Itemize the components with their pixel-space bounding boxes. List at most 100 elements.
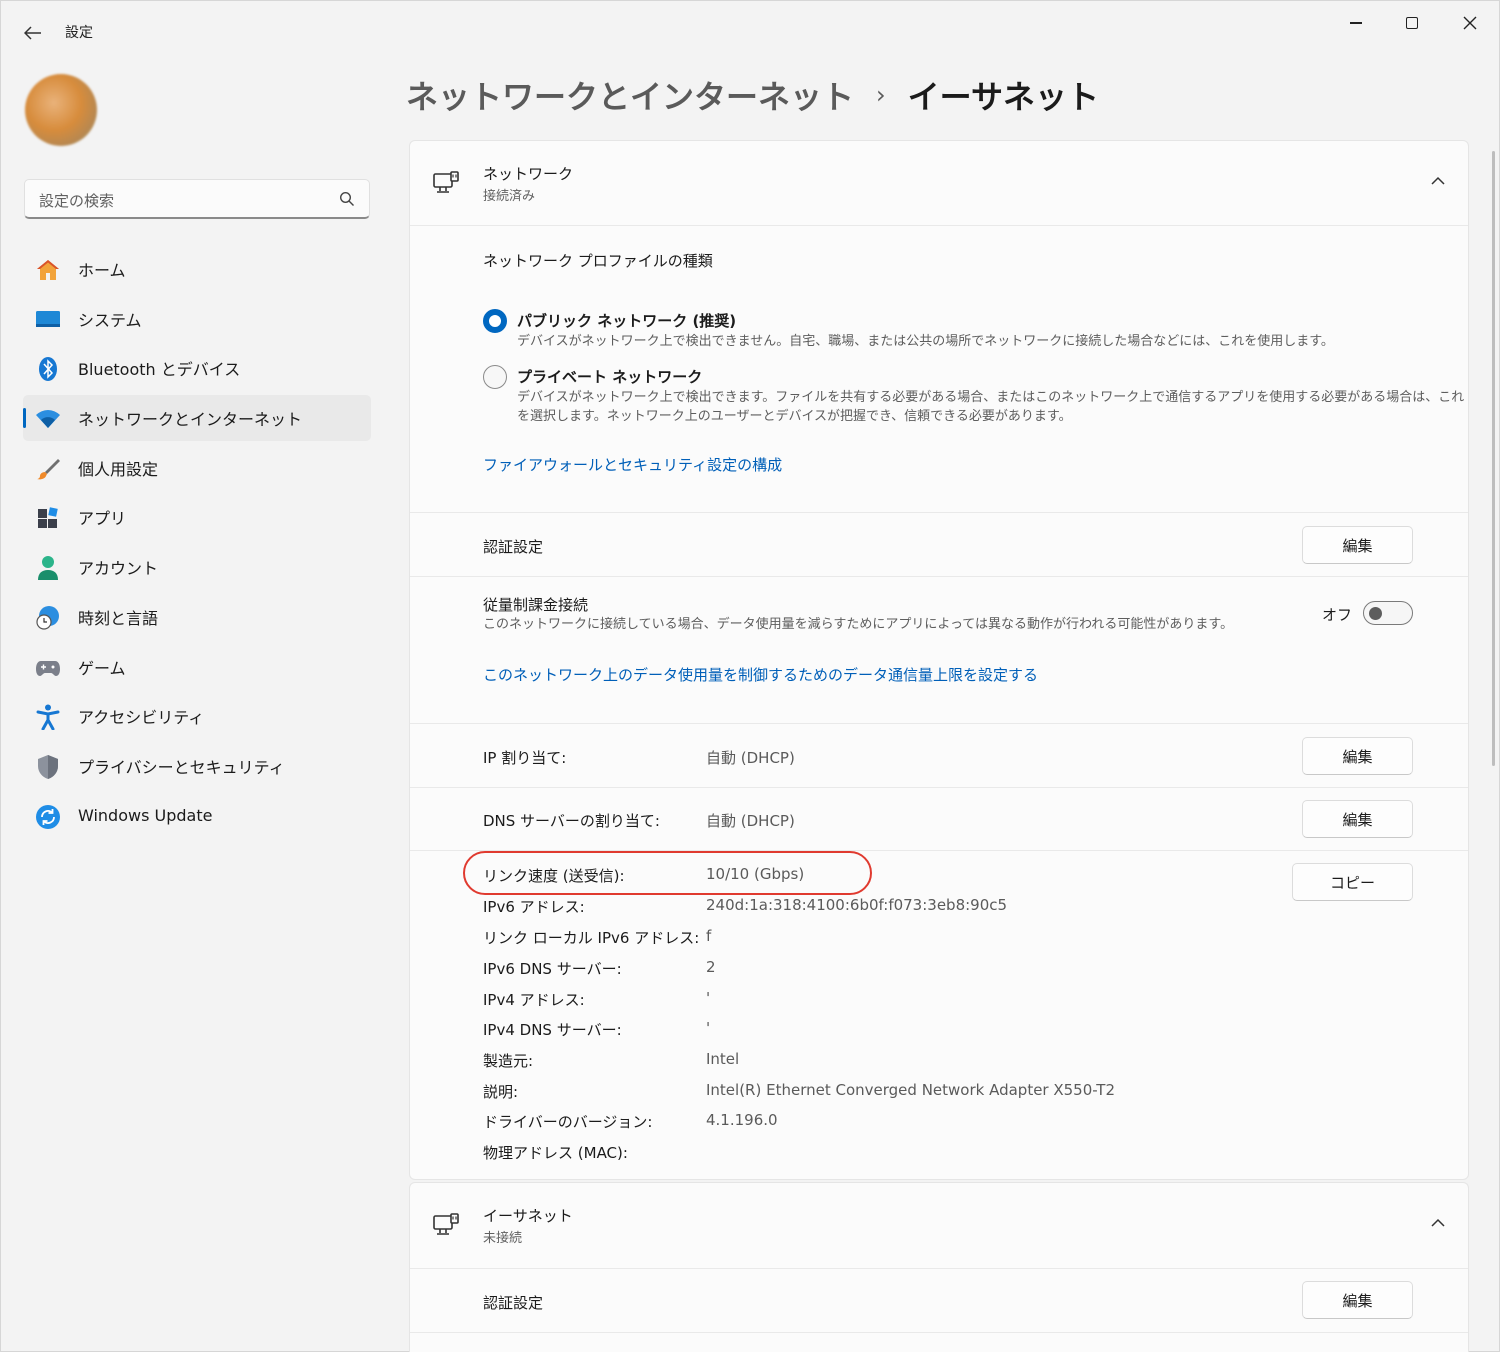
private-network-desc: デバイスがネットワーク上で検出できます。ファイルを共有する必要がある場合、または… <box>517 390 1465 405</box>
sidebar-item-label: ゲーム <box>78 658 126 678</box>
card-title: イーサネット <box>483 1207 573 1225</box>
sidebar-item-label: アプリ <box>78 509 127 529</box>
ip-edit-button[interactable]: 編集 <box>1302 737 1413 775</box>
data-limit-link[interactable]: このネットワーク上のデータ使用量を制御するためのデータ通信量上限を設定する <box>483 664 1038 685</box>
sidebar-nav: ホーム システム Bluetooth とデバイス ネットワークとインターネット … <box>23 246 371 842</box>
radio-public-network[interactable] <box>483 309 507 333</box>
breadcrumb-separator: › <box>876 81 886 109</box>
minimize-button[interactable] <box>1333 9 1379 37</box>
property-key: IPv4 DNS サーバー: <box>483 1021 622 1039</box>
brush-icon <box>35 456 61 482</box>
private-network-title: プライベート ネットワーク <box>517 368 703 386</box>
sidebar-item-label: アカウント <box>78 559 159 579</box>
metered-desc: このネットワークに接続している場合、データ使用量を減らすためにアプリによっては異… <box>483 617 1234 632</box>
gamepad-icon <box>35 655 61 681</box>
connection-status: 未接続 <box>483 1231 523 1246</box>
divider <box>410 1332 1468 1333</box>
time-language-icon <box>35 605 61 631</box>
sidebar-item-label: ホーム <box>78 261 126 280</box>
property-value: ' <box>706 1019 711 1037</box>
back-button[interactable] <box>19 19 47 47</box>
breadcrumb: ネットワークとインターネット › イーサネット <box>406 73 1099 117</box>
network-card: ネットワーク 接続済み ネットワーク プロファイルの種類 パブリック ネットワー… <box>409 140 1469 1180</box>
firewall-settings-link[interactable]: ファイアウォールとセキュリティ設定の構成 <box>483 454 782 475</box>
copy-button[interactable]: コピー <box>1292 863 1413 901</box>
ethernet-auth-edit-button[interactable]: 編集 <box>1302 1281 1413 1319</box>
update-icon <box>35 804 61 830</box>
page-title: イーサネット <box>907 78 1099 116</box>
breadcrumb-parent[interactable]: ネットワークとインターネット <box>406 72 854 118</box>
property-value: Intel(R) Ethernet Converged Network Adap… <box>706 1081 1116 1099</box>
settings-window: 設定 設定の検索 ホーム システム Bluetooth とデバイス ネットワーク… <box>0 0 1500 1352</box>
close-button[interactable] <box>1447 9 1493 37</box>
card-title: ネットワーク <box>483 165 574 183</box>
metered-state-label: オフ <box>1322 606 1353 624</box>
avatar[interactable] <box>25 74 97 146</box>
network-card-header[interactable]: ネットワーク 接続済み <box>410 141 1468 225</box>
property-key: IPv6 アドレス: <box>483 898 585 916</box>
sidebar-item-label: 個人用設定 <box>78 459 159 479</box>
sidebar-item-apps[interactable]: アプリ <box>23 494 371 540</box>
chevron-up-icon[interactable] <box>1430 1215 1446 1231</box>
sidebar-item-label: システム <box>78 310 142 330</box>
ethernet-card-header[interactable]: イーサネット 未接続 <box>410 1183 1468 1267</box>
bluetooth-icon <box>35 356 61 382</box>
divider <box>410 225 1468 226</box>
dns-edit-button[interactable]: 編集 <box>1302 800 1413 838</box>
close-icon <box>1463 16 1477 30</box>
ethernet-icon <box>433 1213 459 1235</box>
home-icon <box>35 257 61 283</box>
sidebar-item-home[interactable]: ホーム <box>23 246 371 292</box>
property-key: リンク速度 (送受信): <box>483 867 625 885</box>
property-key: 説明: <box>483 1083 519 1101</box>
search-placeholder: 設定の検索 <box>39 192 115 210</box>
sidebar-item-windows-update[interactable]: Windows Update <box>23 793 371 839</box>
public-network-desc: デバイスがネットワーク上で検出できません。自宅、職場、または公共の場所でネットワ… <box>517 334 1334 349</box>
auth-settings-label: 認証設定 <box>483 1294 544 1312</box>
toggle-knob <box>1369 606 1382 620</box>
dns-assign-value: 自動 (DHCP) <box>706 812 795 830</box>
sidebar-item-label: ネットワークとインターネット <box>78 410 303 430</box>
search-input[interactable]: 設定の検索 <box>24 179 370 219</box>
divider <box>410 512 1468 513</box>
sidebar-item-personalization[interactable]: 個人用設定 <box>23 445 371 491</box>
accessibility-icon <box>35 704 61 731</box>
minimize-icon <box>1350 22 1362 24</box>
ip-assign-value: 自動 (DHCP) <box>706 749 795 767</box>
public-network-title: パブリック ネットワーク (推奨) <box>517 312 737 330</box>
sidebar-item-bluetooth[interactable]: Bluetooth とデバイス <box>23 345 371 391</box>
system-icon <box>35 307 61 333</box>
ethernet-icon <box>433 171 459 193</box>
divider <box>410 723 1468 724</box>
property-key: 製造元: <box>483 1052 534 1070</box>
sidebar-item-privacy[interactable]: プライバシーとセキュリティ <box>23 743 371 789</box>
property-value: Intel <box>706 1050 740 1068</box>
apps-icon <box>35 505 61 531</box>
radio-private-network[interactable] <box>483 365 507 389</box>
scrollbar[interactable] <box>1492 151 1495 766</box>
chevron-up-icon[interactable] <box>1430 173 1446 189</box>
divider <box>410 787 1468 788</box>
sidebar-item-accounts[interactable]: アカウント <box>23 544 371 590</box>
account-icon <box>35 555 61 581</box>
sidebar-item-gaming[interactable]: ゲーム <box>23 644 371 690</box>
connection-status: 接続済み <box>483 189 536 204</box>
maximize-icon <box>1406 17 1418 29</box>
auth-settings-label: 認証設定 <box>483 538 544 556</box>
sidebar-item-network[interactable]: ネットワークとインターネット <box>23 395 371 442</box>
title-bar: 設定 <box>1 1 1500 61</box>
sidebar-item-time-language[interactable]: 時刻と言語 <box>23 594 371 640</box>
ip-assign-label: IP 割り当て: <box>483 749 567 767</box>
property-key: リンク ローカル IPv6 アドレス: <box>483 929 700 947</box>
sidebar-item-label: プライバシーとセキュリティ <box>78 757 285 777</box>
property-value: 240d:1a:318:4100:6b0f:f073:3eb8:90c5 <box>706 896 1008 914</box>
auth-edit-button[interactable]: 編集 <box>1302 526 1413 564</box>
private-network-desc: を選択します。ネットワーク上のユーザーとデバイスが把握でき、信頼できる必要があり… <box>517 409 1072 424</box>
ethernet-card: イーサネット 未接続 認証設定 編集 <box>409 1182 1469 1352</box>
property-key: IPv6 DNS サーバー: <box>483 960 622 978</box>
maximize-button[interactable] <box>1389 9 1435 37</box>
metered-toggle[interactable] <box>1363 601 1413 625</box>
sidebar-item-accessibility[interactable]: アクセシビリティ <box>23 693 371 739</box>
sidebar-item-system[interactable]: システム <box>23 296 371 342</box>
metered-title: 従量制課金接続 <box>483 596 589 614</box>
